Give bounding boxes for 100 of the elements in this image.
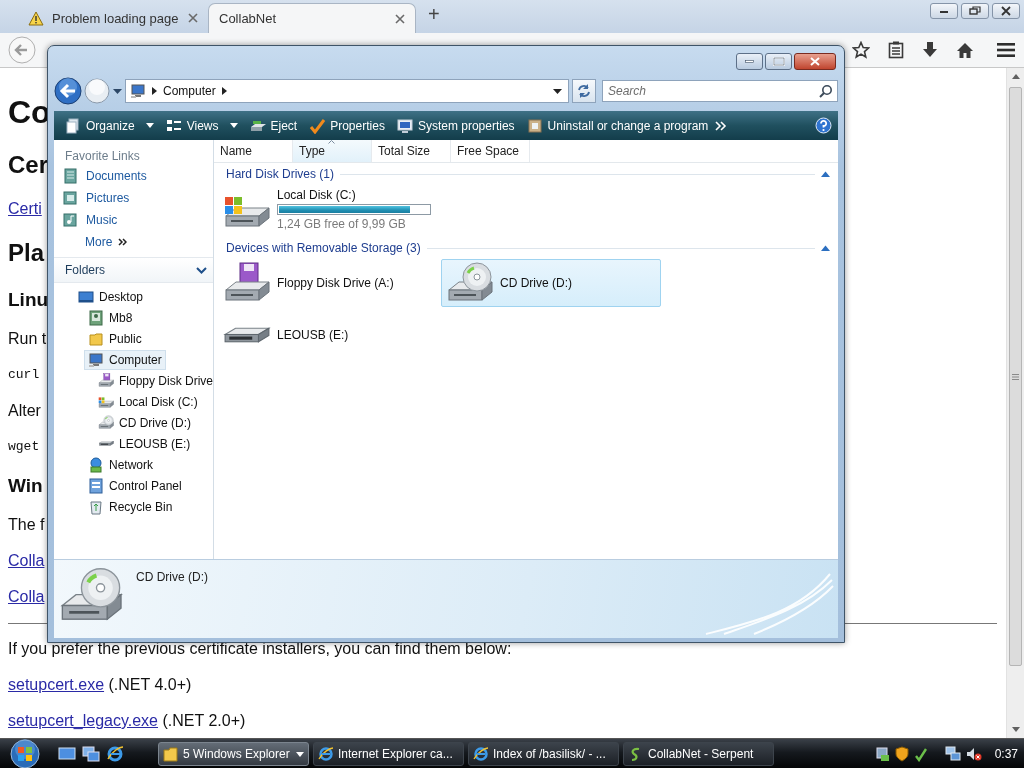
network-icon[interactable] xyxy=(944,746,961,762)
address-bar[interactable]: Computer xyxy=(125,79,569,103)
dropdown-arrow-icon[interactable] xyxy=(553,88,562,94)
download-icon[interactable] xyxy=(922,41,938,59)
maximize-button[interactable] xyxy=(765,52,792,70)
breadcrumb-arrow-icon[interactable] xyxy=(152,87,157,95)
group-header[interactable]: Hard Disk Drives (1) xyxy=(226,167,334,181)
column-header[interactable]: Type xyxy=(293,140,372,162)
folder-icon xyxy=(163,746,179,762)
paragraph-text: Run t xyxy=(8,330,47,347)
star-icon[interactable] xyxy=(852,41,870,59)
shield-icon[interactable] xyxy=(894,746,909,762)
minimize-button[interactable] xyxy=(930,3,958,19)
favorite-link[interactable]: Music xyxy=(54,209,213,231)
browser-tab[interactable]: Problem loading page xyxy=(18,3,208,33)
caret-icon xyxy=(229,123,238,128)
menu-icon[interactable] xyxy=(996,42,1016,58)
tree-item[interactable]: LEOUSB (E:) xyxy=(94,434,195,454)
tree-item[interactable]: Control Panel xyxy=(84,476,186,496)
back-button[interactable] xyxy=(54,77,82,105)
paragraph-text: Alter xyxy=(8,402,41,419)
caret-icon xyxy=(296,751,304,757)
toolbar-button[interactable]: System properties xyxy=(391,113,520,138)
close-icon[interactable] xyxy=(188,13,198,23)
minimize-icon xyxy=(745,59,754,63)
grip-icon xyxy=(1012,373,1019,380)
scrollbar-thumb[interactable] xyxy=(1009,87,1022,666)
caret-icon[interactable] xyxy=(113,88,122,94)
drive-name: CD Drive (D:) xyxy=(500,276,572,290)
drive-tile[interactable]: CD Drive (D:) xyxy=(441,259,661,307)
close-button[interactable] xyxy=(992,3,1020,19)
tree-item[interactable]: CD Drive (D:) xyxy=(94,413,195,433)
toolbar-button[interactable]: Uninstall or change a program xyxy=(521,113,714,138)
show-desktop-icon[interactable] xyxy=(58,746,76,762)
search-icon xyxy=(819,84,833,98)
warning-icon xyxy=(28,10,44,26)
favorite-link[interactable]: Documents xyxy=(54,165,213,187)
program-box-icon xyxy=(526,117,543,134)
taskbar-button[interactable]: Internet Explorer ca... xyxy=(313,742,464,766)
search-field[interactable]: Search xyxy=(602,80,838,102)
breadcrumb-item[interactable]: Computer xyxy=(163,84,216,98)
tray-app-icon[interactable] xyxy=(875,746,890,762)
reading-list-icon[interactable] xyxy=(888,41,904,59)
restore-button[interactable] xyxy=(961,3,989,19)
link[interactable]: setupcert_legacy.exe xyxy=(8,712,158,729)
section-heading: Cer xyxy=(8,151,49,178)
collapse-chevron-icon[interactable] xyxy=(821,245,830,251)
close-button[interactable] xyxy=(794,52,836,70)
favorite-link[interactable]: Pictures xyxy=(54,187,213,209)
drive-tile[interactable]: Local Disk (C:) 1,24 GB free of 9,99 GB xyxy=(218,185,448,233)
breadcrumb-arrow-icon[interactable] xyxy=(221,87,227,95)
more-link[interactable]: More xyxy=(54,231,213,253)
link[interactable]: Colla xyxy=(8,588,45,605)
link[interactable]: Colla xyxy=(8,552,45,569)
folders-header[interactable]: Folders xyxy=(54,257,213,283)
code-line: curl xyxy=(8,367,40,382)
taskbar-button[interactable]: CollabNet - Serpent xyxy=(623,742,774,766)
browser-tab[interactable]: CollabNet xyxy=(208,3,416,33)
refresh-icon xyxy=(576,83,592,99)
toolbar-button[interactable]: Organize xyxy=(60,113,159,138)
switch-windows-icon[interactable] xyxy=(82,746,100,762)
double-chevron-icon[interactable] xyxy=(715,120,728,131)
column-header[interactable]: Total Size xyxy=(372,140,451,162)
toolbar-button[interactable]: Properties xyxy=(304,113,390,138)
new-tab-button[interactable]: + xyxy=(428,3,440,26)
taskbar-button[interactable]: 5 Windows Explorer xyxy=(158,742,309,766)
browser-icon[interactable] xyxy=(106,745,124,763)
desktop-icon xyxy=(78,289,94,305)
tree-item[interactable]: Mb8 xyxy=(84,308,137,328)
home-icon[interactable] xyxy=(956,41,974,59)
close-icon xyxy=(999,5,1013,17)
update-icon[interactable] xyxy=(913,746,928,762)
tree-item[interactable]: Desktop xyxy=(74,287,148,307)
tree-item[interactable]: Recycle Bin xyxy=(84,497,177,517)
link[interactable]: Certi xyxy=(8,200,42,217)
caret-icon xyxy=(145,123,154,128)
help-icon[interactable] xyxy=(815,117,832,134)
drive-tile[interactable]: Floppy Disk Drive (A:) xyxy=(218,259,438,307)
drive-tile[interactable]: LEOUSB (E:) xyxy=(218,311,438,359)
column-header[interactable]: Free Space xyxy=(451,140,530,162)
tree-item[interactable]: Floppy Disk Drive xyxy=(94,371,218,391)
group-header[interactable]: Devices with Removable Storage (3) xyxy=(226,241,421,255)
toolbar-button[interactable]: Eject xyxy=(244,113,303,138)
tree-item[interactable]: Local Disk (C:) xyxy=(94,392,202,412)
tree-item[interactable]: Computer xyxy=(84,350,166,370)
subsection-heading: Linu xyxy=(8,289,49,310)
refresh-button[interactable] xyxy=(572,79,596,103)
link[interactable]: setupcert.exe xyxy=(8,676,105,693)
tree-item[interactable]: Public xyxy=(84,329,146,349)
disk-drive-icon xyxy=(98,394,114,410)
close-icon[interactable] xyxy=(395,13,405,24)
toolbar-button[interactable]: Views xyxy=(160,113,243,138)
paragraph-text: The f xyxy=(8,516,45,533)
tree-item[interactable]: Network xyxy=(84,455,157,475)
folder-icon xyxy=(88,331,104,347)
collapse-chevron-icon[interactable] xyxy=(821,171,830,177)
taskbar-button[interactable]: Index of /basilisk/ - ... xyxy=(468,742,619,766)
muted-speaker-icon[interactable] xyxy=(965,746,982,762)
start-button[interactable] xyxy=(8,739,42,768)
checkmark-icon xyxy=(309,117,326,134)
